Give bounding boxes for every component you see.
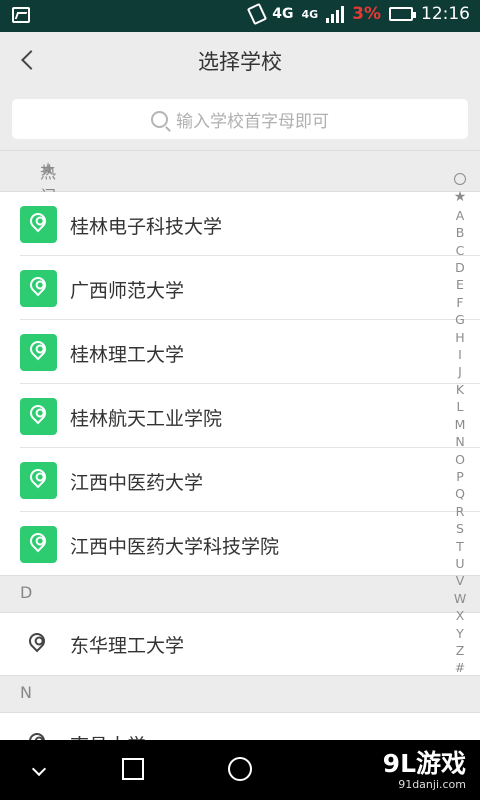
index-letter[interactable]: Y <box>448 625 472 642</box>
school-name: 桂林航天工业学院 <box>70 408 223 430</box>
index-letter[interactable]: Q <box>448 485 472 502</box>
school-name: 桂林电子科技大学 <box>70 216 223 238</box>
watermark-logo: 9L游戏 91danji.com <box>382 749 466 792</box>
index-letter[interactable]: S <box>448 520 472 537</box>
index-letter[interactable]: H <box>448 329 472 346</box>
index-letter[interactable]: M <box>448 416 472 433</box>
index-letter[interactable]: R <box>448 503 472 520</box>
alphabet-index[interactable]: ★ A B C D E F G H I J K L M N O P Q R S T U V W X Y Z # <box>448 172 472 677</box>
index-letter[interactable]: Z <box>448 642 472 659</box>
search-placeholder: 输入学校首字母即可 <box>176 111 329 132</box>
index-letter[interactable]: W <box>448 590 472 607</box>
clock: 12:16 <box>421 4 470 24</box>
status-icons: 4G 4G 3% 12:16 <box>247 2 470 26</box>
school-item[interactable]: 江西中医药大学 <box>0 448 480 512</box>
school-name: 桂林理工大学 <box>70 344 185 366</box>
index-letter[interactable]: X <box>448 607 472 624</box>
network-type: 4G <box>272 6 294 22</box>
navigation-bar: 9L游戏 91danji.com <box>0 740 480 800</box>
index-letter[interactable]: V <box>448 572 472 589</box>
section-letter: N <box>0 675 480 713</box>
battery-icon <box>389 7 416 21</box>
index-letter[interactable]: O <box>448 451 472 468</box>
index-letter[interactable]: P <box>448 468 472 485</box>
vibrate-icon <box>247 2 268 26</box>
index-letter[interactable]: E <box>448 276 472 293</box>
nav-recent-icon[interactable] <box>122 758 144 780</box>
location-icon <box>20 334 57 371</box>
network-type-2: 4G <box>301 7 319 21</box>
nav-home-icon[interactable] <box>228 757 252 781</box>
index-letter[interactable]: N <box>448 433 472 450</box>
status-bar: 4G 4G 3% 12:16 <box>0 0 480 32</box>
watermark-domain: 91danji.com <box>398 778 466 791</box>
index-letter[interactable]: B <box>448 224 472 241</box>
index-search-icon[interactable] <box>448 172 472 189</box>
index-letter[interactable]: K <box>448 381 472 398</box>
index-letter[interactable]: T <box>448 538 472 555</box>
index-letter[interactable]: L <box>448 398 472 415</box>
index-letter[interactable]: A <box>448 207 472 224</box>
search-icon <box>151 110 168 128</box>
nav-back-icon[interactable] <box>31 761 47 777</box>
index-letter[interactable]: C <box>448 242 472 259</box>
section-hot-schools: ★热门学校 <box>0 150 480 254</box>
location-icon <box>20 270 57 307</box>
index-letter[interactable]: D <box>448 259 472 276</box>
section-letter: D <box>0 575 480 613</box>
title-bar: 选择学校 <box>0 32 480 88</box>
location-icon <box>20 398 57 435</box>
school-name: 江西中医药大学科技学院 <box>70 536 280 558</box>
school-item[interactable]: 东华理工大学 <box>0 613 480 675</box>
school-item[interactable]: 桂林理工大学 <box>0 320 480 384</box>
school-item[interactable]: 桂林航天工业学院 <box>0 384 480 448</box>
location-icon <box>20 526 57 563</box>
battery-percent: 3% <box>352 4 381 24</box>
page-title: 选择学校 <box>198 50 282 74</box>
location-icon <box>20 206 57 243</box>
location-icon <box>25 629 49 653</box>
index-letter[interactable]: J <box>448 363 472 380</box>
section-letter-label: N <box>20 683 32 702</box>
signal-icon <box>326 5 345 23</box>
image-icon <box>12 7 30 23</box>
school-name: 广西师范大学 <box>70 280 185 302</box>
index-letter[interactable]: # <box>448 659 472 676</box>
location-icon <box>20 462 57 499</box>
index-letter[interactable]: U <box>448 555 472 572</box>
index-letter[interactable]: G <box>448 311 472 328</box>
search-input[interactable]: 输入学校首字母即可 <box>12 99 468 139</box>
index-letter[interactable]: F <box>448 294 472 311</box>
index-star-icon[interactable]: ★ <box>448 189 472 206</box>
school-name: 江西中医药大学 <box>70 472 204 494</box>
school-item[interactable]: 桂林电子科技大学 <box>0 192 480 256</box>
watermark-brand: 9L游戏 <box>382 749 466 778</box>
school-item[interactable]: 江西中医药大学科技学院 <box>0 512 480 576</box>
school-name: 东华理工大学 <box>70 635 185 657</box>
search-area: 输入学校首字母即可 <box>0 88 480 150</box>
index-letter[interactable]: I <box>448 346 472 363</box>
section-letter-label: D <box>20 583 33 602</box>
school-item[interactable]: 广西师范大学 <box>0 256 480 320</box>
